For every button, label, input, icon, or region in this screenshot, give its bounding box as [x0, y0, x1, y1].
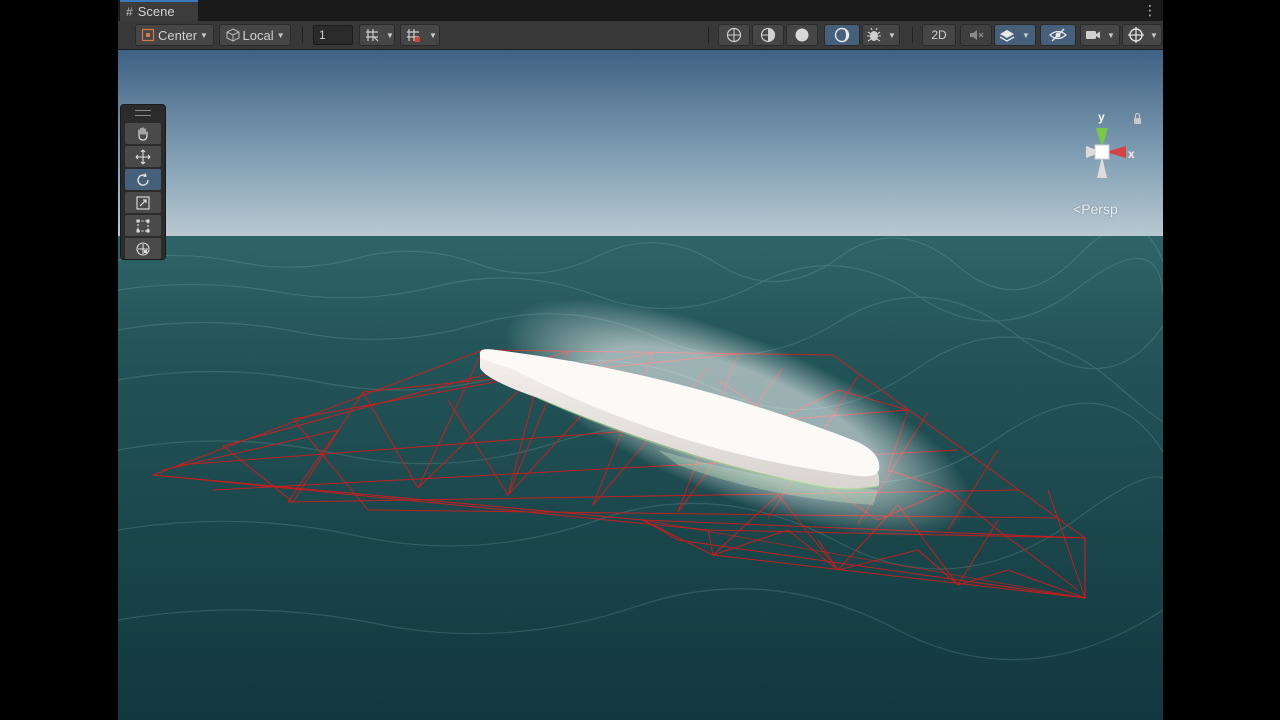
tab-scene-label: Scene [137, 4, 175, 19]
gizmos-globe-icon [1128, 27, 1144, 43]
audio-toggle-button[interactable] [960, 24, 992, 46]
rect-tool-button[interactable] [125, 215, 161, 236]
projection-icon: < [1073, 201, 1082, 217]
axis-gizmo-icon [1086, 112, 1141, 178]
draw-mode-wireframe-button[interactable] [718, 24, 750, 46]
scene-visibility-button[interactable] [1040, 24, 1076, 46]
shaded-sphere-icon [795, 28, 809, 42]
scene-render [118, 50, 1163, 720]
window-menu-icon[interactable]: ⋮ [1143, 2, 1157, 19]
scene-window: # Scene ⋮ Center ▼ Local ▼ 1 ▼ ▼ ▼ 2D ▼ … [118, 0, 1163, 720]
bug-icon [867, 27, 881, 42]
2d-mode-button[interactable]: 2D [922, 24, 956, 46]
chevron-down-icon: ▼ [276, 30, 285, 40]
tools-overlay-grip[interactable] [135, 110, 151, 116]
snap-grid-icon [407, 29, 420, 42]
gizmos-button[interactable]: ▼ [1122, 24, 1162, 46]
chevron-down-icon: ▼ [386, 30, 394, 40]
audio-muted-icon [970, 30, 984, 40]
chevron-down-icon: ▼ [1022, 30, 1030, 40]
snap-increment-input[interactable]: 1 [313, 25, 353, 45]
debug-draw-mode-button[interactable]: ▼ [862, 24, 900, 46]
grid-snap-icon [366, 29, 379, 42]
tools-overlay [120, 104, 166, 260]
pivot-rotation-dropdown[interactable]: Local ▼ [219, 24, 291, 46]
pivot-center-icon [141, 28, 155, 42]
scale-tool-button[interactable] [125, 192, 161, 213]
toolbar-divider [912, 27, 913, 43]
gizmo-x-label: x [1128, 147, 1135, 161]
move-tool-button[interactable] [125, 146, 161, 167]
cube-icon [226, 28, 239, 42]
move-arrows-icon [135, 149, 151, 164]
tab-scene[interactable]: # Scene [120, 0, 198, 21]
scene-camera-button[interactable]: ▼ [1080, 24, 1120, 46]
lighting-icon [834, 27, 850, 43]
shaded-wireframe-icon [760, 27, 776, 43]
rect-transform-icon [136, 219, 150, 232]
draw-mode-shaded-button[interactable] [786, 24, 818, 46]
camera-icon [1086, 31, 1100, 39]
chevron-down-icon: ▼ [1150, 30, 1158, 40]
projection-label: Persp [1081, 201, 1118, 217]
hand-tool-button[interactable] [125, 123, 161, 144]
draw-mode-shaded-wireframe-button[interactable] [752, 24, 784, 46]
scale-icon [136, 195, 150, 210]
lighting-toggle-button[interactable] [824, 24, 860, 46]
projection-toggle[interactable]: <Persp [1073, 201, 1118, 217]
pivot-rotation-label: Local [242, 27, 274, 43]
toolbar-divider [302, 27, 303, 43]
grid-visibility-button[interactable]: ▼ [359, 24, 395, 46]
rotate-tool-button[interactable] [125, 169, 161, 190]
eye-hidden-icon [1049, 28, 1067, 42]
chevron-down-icon: ▼ [888, 30, 896, 40]
pivot-mode-dropdown[interactable]: Center ▼ [135, 24, 214, 46]
pivot-mode-label: Center [158, 27, 198, 43]
wireframe-sphere-icon [726, 27, 742, 43]
orientation-gizmo[interactable]: y x [1066, 110, 1156, 190]
chevron-down-icon: ▼ [429, 30, 437, 40]
scene-toolbar: Center ▼ Local ▼ 1 ▼ ▼ ▼ 2D ▼ ▼ ▼ [118, 21, 1163, 50]
effects-toggle-button[interactable]: ▼ [994, 24, 1036, 46]
transform-all-icon [136, 241, 150, 256]
rotate-icon [137, 172, 149, 186]
chevron-down-icon: ▼ [200, 30, 208, 40]
toolbar-divider [708, 27, 709, 43]
chevron-down-icon: ▼ [1107, 30, 1115, 40]
scene-viewport[interactable]: y x <Persp [118, 50, 1163, 720]
hand-icon [138, 126, 148, 141]
gizmo-y-label: y [1098, 110, 1105, 124]
effects-layers-icon [999, 30, 1015, 42]
scene-hash-icon: # [126, 4, 133, 19]
transform-tool-button[interactable] [125, 238, 161, 259]
sky [118, 50, 1163, 240]
snap-settings-button[interactable]: ▼ [400, 24, 440, 46]
tab-bar: # Scene ⋮ [118, 0, 1163, 21]
